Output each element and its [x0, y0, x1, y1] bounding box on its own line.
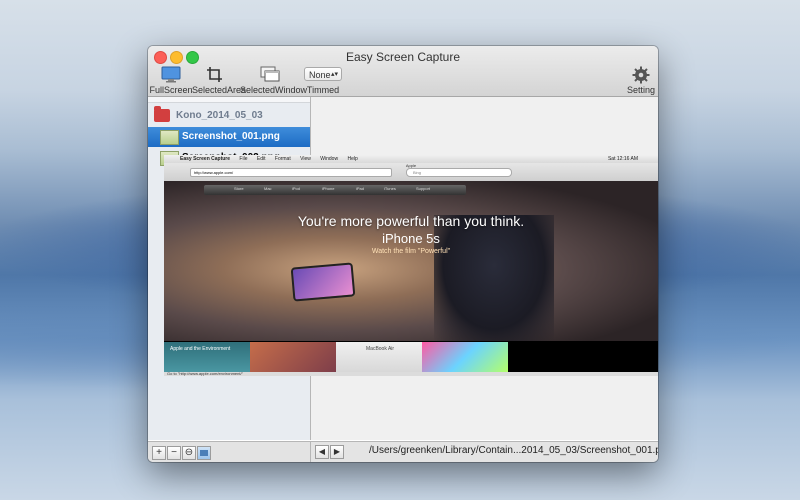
preview-nav-ipod: iPod — [292, 186, 301, 191]
file-name: Screenshot_001.png — [182, 131, 280, 142]
preview-tiles: Apple and the Environment MacBook Air — [164, 342, 658, 372]
display-icon — [161, 66, 181, 83]
preview-menu-view: View — [300, 156, 311, 162]
folder-group-label: Kono_2014_05_03 — [176, 110, 263, 121]
sidebar-header — [148, 97, 310, 103]
preview-menu-window: Window — [320, 156, 339, 162]
setting-label: Setting — [626, 85, 656, 95]
remove-button[interactable]: − — [167, 446, 181, 460]
preview-phone-image — [290, 262, 356, 302]
content-footer: ◀ ▶ /Users/greenken/Library/Contain...20… — [311, 441, 658, 462]
preview-nav-ipad: iPad — [356, 186, 365, 191]
window-title: Easy Screen Capture — [345, 50, 461, 64]
preview-nav-iphone: iPhone — [322, 186, 335, 191]
preview-tile-environment: Apple and the Environment — [164, 342, 250, 372]
preview-nav-itunes: iTunes — [384, 186, 396, 191]
preview-menu-help: Help — [347, 156, 358, 162]
previous-button[interactable]: ◀ — [315, 445, 329, 459]
preview-clock: Sat 12:16 AM — [607, 156, 638, 162]
preview-product: iPhone 5s — [382, 231, 440, 246]
image-icon — [200, 450, 208, 456]
preview-status-text: Go to "http://www.apple.com/environment/… — [167, 371, 243, 376]
preview-nav-mac: Mac — [264, 186, 272, 191]
action-button[interactable]: ⊖ — [182, 446, 196, 460]
preview-nav-support: Support — [416, 186, 431, 191]
preview-search-placeholder: Bing — [413, 170, 422, 175]
preview-hero — [164, 181, 658, 341]
preview-tile-colors — [422, 342, 508, 372]
preview-headline: You're more powerful than you think. — [297, 213, 525, 229]
preview-search-bar: Bing — [406, 168, 512, 177]
add-button[interactable]: + — [152, 446, 166, 460]
gear-icon — [632, 66, 650, 84]
preview-tile-macbook: MacBook Air — [336, 342, 422, 372]
timed-select-value: None — [309, 70, 331, 80]
file-path: /Users/greenken/Library/Contain...2014_0… — [369, 445, 658, 456]
preview-menu-file: File — [239, 156, 248, 162]
fullscreen-label: FullScreen — [149, 85, 193, 95]
preview-tile-text: Apple and the Environment — [170, 346, 231, 352]
preview-tile-text: MacBook Air — [366, 346, 395, 352]
preview-url: http://www.apple.com/ — [194, 170, 234, 175]
preview-status-bar: Go to "http://www.apple.com/environment/… — [164, 371, 658, 376]
preview-menu-format: Format — [274, 156, 291, 162]
preview-cta: Watch the film "Powerful" — [371, 248, 451, 255]
preview-menu-edit: Edit — [256, 156, 266, 162]
next-button[interactable]: ▶ — [330, 445, 344, 459]
preview-browser-toolbar: Apple http://www.apple.com/ Bing — [164, 163, 658, 181]
image-thumbnail-icon — [160, 130, 179, 145]
preview-menubar: Easy Screen Capture File Edit Format Vie… — [164, 155, 658, 163]
preview-tile-people — [250, 342, 336, 372]
selected-window-label: SelectedWindow — [240, 85, 308, 95]
screenshot-preview: Easy Screen Capture File Edit Format Vie… — [164, 155, 658, 376]
selected-area-label: SelectedArea — [192, 85, 247, 95]
preview-app-name: Easy Screen Capture — [180, 156, 231, 162]
titlebar: Easy Screen Capture FullScreen SelectedA… — [148, 46, 658, 97]
list-item-screenshot-001[interactable]: Screenshot_001.png — [148, 127, 310, 147]
preview-url-bar: http://www.apple.com/ — [190, 168, 392, 177]
crop-icon — [207, 67, 222, 82]
timed-label: Timmed — [306, 85, 340, 95]
stepper-arrows-icon: ▴▾ — [330, 71, 338, 78]
timed-select[interactable]: None ▴▾ — [304, 67, 342, 81]
preview-nav-store: Store — [234, 186, 244, 191]
red-folder-icon — [154, 106, 170, 122]
preview-nav: Store Mac iPod iPhone iPad iTunes Suppor… — [204, 185, 466, 195]
windows-icon — [260, 66, 280, 82]
preview-image-button[interactable] — [197, 446, 211, 460]
sidebar-footer: + − ⊖ — [148, 441, 311, 462]
